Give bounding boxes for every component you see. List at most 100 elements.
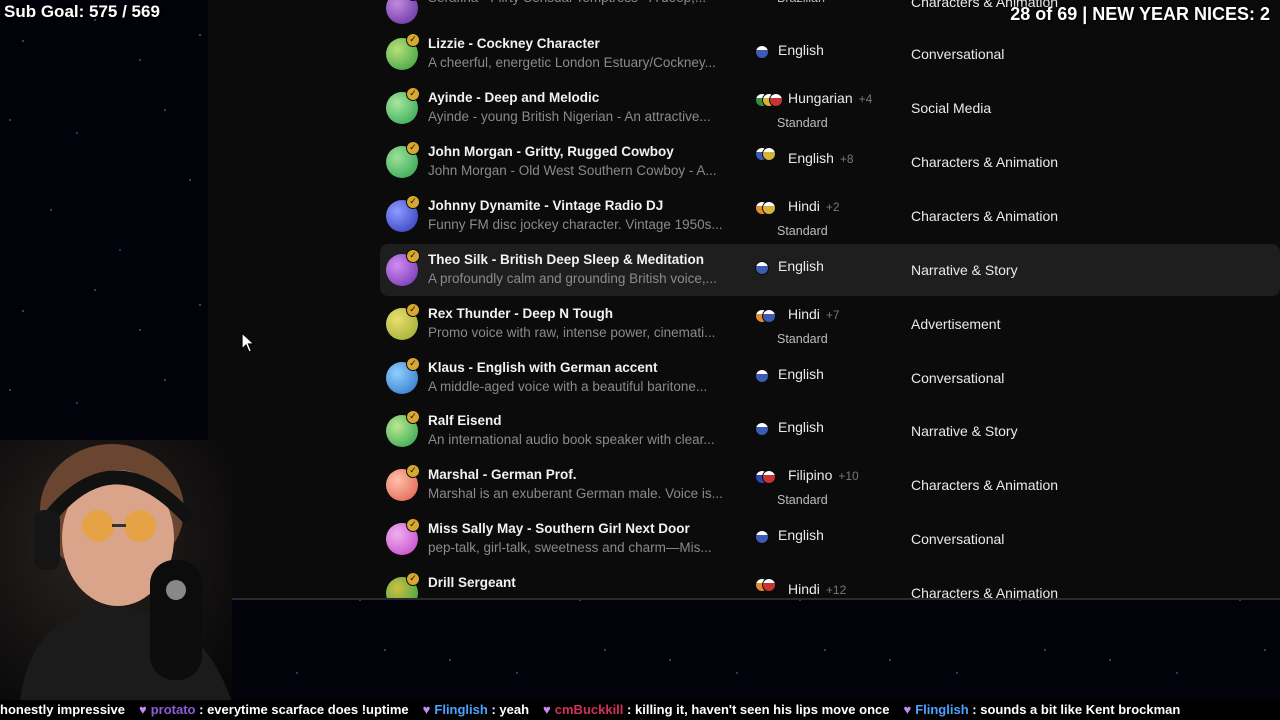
voice-model-tier: Standard xyxy=(777,224,828,238)
verified-badge-icon: ✓ xyxy=(406,87,420,101)
voice-name[interactable]: Marshal - German Prof. xyxy=(428,467,577,482)
language-extra-count: +2 xyxy=(825,200,840,214)
verified-badge-icon: ✓ xyxy=(406,195,420,209)
flag-icon xyxy=(762,201,776,215)
chat-message: ♥ protato : everytime scarface does !upti… xyxy=(139,702,409,717)
voice-category: Conversational xyxy=(911,370,1005,386)
voice-row[interactable]: ✓ Drill Sergeant Hindi +12 Characters & Anim… xyxy=(380,567,1280,600)
flag-icon xyxy=(762,578,776,592)
chat-message: ♥ cmBuckkill : killing it, haven't seen h… xyxy=(543,702,889,717)
voice-name[interactable]: Drill Sergeant xyxy=(428,575,516,590)
flag-icon xyxy=(755,530,769,544)
verified-badge-icon: ✓ xyxy=(406,464,420,478)
voice-category: Narrative & Story xyxy=(911,423,1018,439)
voice-name[interactable]: Theo Silk - British Deep Sleep & Meditat… xyxy=(428,252,704,267)
voice-category: Advertisement xyxy=(911,316,1001,332)
voice-language: English xyxy=(778,42,824,58)
chat-username: Flinglish xyxy=(915,702,969,717)
verified-badge-icon: ✓ xyxy=(406,303,420,317)
chat-username: Flinglish xyxy=(434,702,488,717)
voice-description: Serafina - Flirty Sensual Temptress - A … xyxy=(428,0,738,5)
language-label: Hindi xyxy=(788,581,820,597)
language-label: Filipino xyxy=(788,467,833,483)
language-extra-count: +4 xyxy=(858,92,873,106)
flag-icon xyxy=(769,93,783,107)
voice-row[interactable]: ✓ Ralf Eisend An international audio book … xyxy=(380,405,1280,457)
voice-row[interactable]: ✓ John Morgan - Gritty, Rugged Cowboy John… xyxy=(380,136,1280,188)
voice-category: Conversational xyxy=(911,531,1005,547)
voice-row[interactable]: ✓ Theo Silk - British Deep Sleep & Medita… xyxy=(380,244,1280,296)
voice-category: Characters & Animation xyxy=(911,585,1059,600)
voice-category: Characters & Animation xyxy=(911,154,1059,170)
chat-username: cmBuckkill xyxy=(554,702,624,717)
language-extra-count: +7 xyxy=(825,308,840,322)
voice-row[interactable]: ✓ Ayinde - Deep and Melodic Ayinde - young… xyxy=(380,82,1280,134)
screen-capture: ✓ Serafina - Flirty Sensual Temptress - A… xyxy=(208,0,1280,600)
voice-language: Filipino +10 xyxy=(788,467,859,483)
streamer-webcam-icon xyxy=(20,444,232,702)
voice-language: English xyxy=(778,419,824,435)
voice-name[interactable]: Miss Sally May - Southern Girl Next Door xyxy=(428,521,690,536)
verified-badge-icon: ✓ xyxy=(406,141,420,155)
voice-name[interactable]: Ralf Eisend xyxy=(428,413,502,428)
verified-badge-icon: ✓ xyxy=(406,33,420,47)
language-flags-icon xyxy=(755,147,785,161)
heart-icon: ♥ xyxy=(422,702,431,717)
voice-row[interactable]: ✓ Miss Sally May - Southern Girl Next Doo… xyxy=(380,513,1280,565)
voice-model-tier: Standard xyxy=(777,116,828,130)
voice-category: Characters & Animation xyxy=(911,477,1059,493)
flag-icon xyxy=(755,369,769,383)
heart-icon: ♥ xyxy=(139,702,147,717)
voice-language: Hungarian +4 xyxy=(788,90,872,106)
nices-counter: 28 of 69 | NEW YEAR NICES: 2 xyxy=(1010,4,1270,24)
voice-name[interactable]: Johnny Dynamite - Vintage Radio DJ xyxy=(428,198,663,213)
voice-description: Funny FM disc jockey character. Vintage … xyxy=(428,217,723,232)
voice-name[interactable]: John Morgan - Gritty, Rugged Cowboy xyxy=(428,144,674,159)
voice-row[interactable]: ✓ Johnny Dynamite - Vintage Radio DJ Funny… xyxy=(380,190,1280,242)
verified-badge-icon: ✓ xyxy=(406,572,420,586)
voice-name[interactable]: Lizzie - Cockney Character xyxy=(428,36,600,51)
chat-username: protato xyxy=(150,702,196,717)
chat-text: : yeah xyxy=(491,702,530,717)
voice-name[interactable]: Rex Thunder - Deep N Tough xyxy=(428,306,613,321)
voice-name[interactable]: Klaus - English with German accent xyxy=(428,360,658,375)
voice-row[interactable]: ✓ Lizzie - Cockney Character A cheerful, e… xyxy=(380,28,1280,80)
voice-language: English xyxy=(778,258,824,274)
voice-description: An international audio book speaker with… xyxy=(428,432,715,447)
chat-text: : killing it, haven't seen his lips move… xyxy=(627,702,890,717)
voice-description: Ayinde - young British Nigerian - An att… xyxy=(428,109,711,124)
voice-category: Social Media xyxy=(911,100,992,116)
language-label: English xyxy=(778,527,824,543)
chat-ticker: honestly impressive ♥ protato : everytime … xyxy=(0,700,1280,720)
chat-message: ♥ Flinglish : sounds a bit like Kent broc… xyxy=(903,702,1180,717)
chat-text: : sounds a bit like Kent brockman xyxy=(972,702,1181,717)
voice-row[interactable]: ✓ Rex Thunder - Deep N Tough Promo voice w… xyxy=(380,298,1280,350)
flag-icon xyxy=(762,309,776,323)
voice-avatar[interactable] xyxy=(386,0,418,24)
voice-description: A profoundly calm and grounding British … xyxy=(428,271,717,286)
language-label: Hungarian xyxy=(788,90,853,106)
verified-badge-icon: ✓ xyxy=(406,410,420,424)
voice-category: Characters & Animation xyxy=(911,208,1059,224)
flag-icon xyxy=(755,45,769,59)
language-flags-icon xyxy=(755,93,785,107)
voice-description: John Morgan - Old West Southern Cowboy -… xyxy=(428,163,717,178)
voice-model-tier: Standard xyxy=(777,493,828,507)
language-label: Hindi xyxy=(788,306,820,322)
language-flags-icon xyxy=(755,309,785,323)
voice-language: Hindi +2 xyxy=(788,198,840,214)
voice-language: English +8 xyxy=(788,150,854,166)
flag-icon xyxy=(762,147,776,161)
language-extra-count: +8 xyxy=(839,152,854,166)
language-flags-icon xyxy=(755,201,785,215)
heart-icon: ♥ xyxy=(903,702,912,717)
voice-row[interactable]: ✓ Klaus - English with German accent A mid… xyxy=(380,352,1280,404)
language-label: English xyxy=(778,419,824,435)
voice-row[interactable]: ✓ Marshal - German Prof. Marshal is an exu… xyxy=(380,459,1280,511)
flag-icon xyxy=(755,422,769,436)
voice-name[interactable]: Ayinde - Deep and Melodic xyxy=(428,90,599,105)
language-flags-icon xyxy=(755,578,785,592)
chat-message: ♥ Flinglish : yeah xyxy=(423,702,529,717)
sub-goal-counter: Sub Goal: 575 / 569 xyxy=(4,2,160,21)
language-extra-count: +10 xyxy=(838,469,859,483)
